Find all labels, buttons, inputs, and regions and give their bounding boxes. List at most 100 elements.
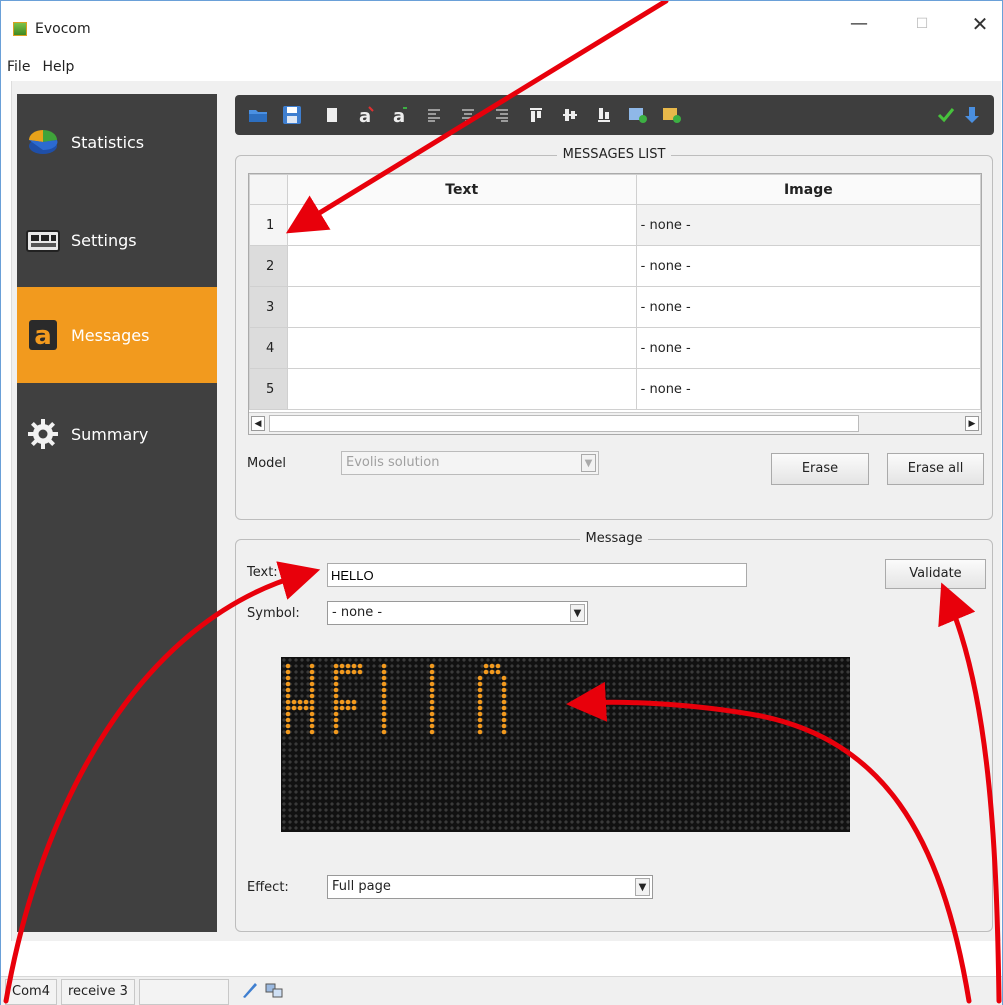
cell-image[interactable]: - none -	[635, 286, 981, 328]
cell-text[interactable]	[286, 286, 637, 328]
table-row[interactable]: 4 - none -	[249, 327, 981, 369]
letter-a-icon: a	[25, 317, 61, 353]
column-header-image[interactable]: Image	[635, 174, 981, 205]
cell-image[interactable]: - none -	[635, 327, 981, 369]
led-preview-panel	[281, 657, 850, 832]
erase-all-button[interactable]: Erase all	[887, 453, 984, 485]
add-image-icon[interactable]	[627, 104, 649, 126]
effect-select-value: Full page	[332, 879, 391, 894]
led-preview-text	[285, 663, 507, 735]
close-button[interactable]: ✕	[957, 9, 1003, 39]
sidebar-item-label: Messages	[71, 325, 150, 345]
effect-select[interactable]: Full page ▼	[327, 875, 653, 899]
cell-image[interactable]: - none -	[635, 245, 981, 287]
scrollbar-thumb[interactable]	[269, 415, 859, 432]
device-icon	[25, 222, 61, 258]
cell-image-value: - none -	[640, 258, 691, 274]
sidebar-item-summary[interactable]: Summary	[17, 386, 217, 482]
minimize-button[interactable]: —	[836, 9, 882, 39]
cell-text[interactable]	[286, 327, 637, 369]
sidebar-item-settings[interactable]: Settings	[17, 192, 217, 288]
led-glyph	[477, 663, 507, 735]
window-title: Evocom	[35, 21, 91, 37]
group-title-message: Message	[579, 531, 649, 546]
font-bold-icon[interactable]: a	[355, 104, 377, 126]
horizontal-scrollbar[interactable]: ◀ ▶	[249, 412, 981, 434]
chevron-down-icon[interactable]: ▼	[570, 604, 585, 622]
cell-image-value: - none -	[640, 299, 691, 315]
erase-button[interactable]: Erase	[771, 453, 869, 485]
chevron-down-icon[interactable]: ▼	[635, 878, 650, 896]
cell-text[interactable]	[286, 368, 637, 410]
save-icon[interactable]	[281, 104, 303, 126]
align-bottom-icon[interactable]	[593, 104, 615, 126]
text-label: Text:	[247, 565, 278, 580]
block-icon[interactable]	[321, 104, 343, 126]
font-small-icon[interactable]: a	[389, 104, 411, 126]
table-row[interactable]: 3 - none -	[249, 286, 981, 328]
gear-icon	[25, 416, 61, 452]
effect-label: Effect:	[247, 880, 289, 895]
cell-image-value: - none -	[640, 381, 691, 397]
row-number: 1	[249, 204, 288, 246]
status-bar: Com4 receive 3	[1, 976, 1002, 1005]
row-number: 5	[249, 368, 288, 410]
network-icon	[265, 981, 283, 1003]
table-row[interactable]: 1 - none -	[249, 204, 981, 246]
sidebar-item-label: Summary	[71, 424, 149, 444]
led-glyph	[381, 663, 387, 735]
message-text-input[interactable]	[327, 563, 747, 587]
cell-image[interactable]: - none -	[635, 368, 981, 410]
status-empty	[138, 978, 229, 1005]
table-row[interactable]: 2 - none -	[249, 245, 981, 287]
sidebar-item-messages[interactable]: a Messages	[17, 287, 217, 383]
menu-help[interactable]: Help	[36, 56, 80, 78]
row-number: 2	[249, 245, 288, 287]
symbol-select[interactable]: - none - ▼	[327, 601, 588, 625]
validate-button[interactable]: Validate	[885, 559, 986, 589]
group-title-messages-list: MESSAGES LIST	[556, 147, 672, 162]
align-middle-icon[interactable]	[559, 104, 581, 126]
send-icon[interactable]	[961, 104, 983, 126]
svg-text:a: a	[359, 106, 371, 125]
model-select-value: Evolis solution	[346, 455, 440, 470]
scroll-right-icon[interactable]: ▶	[965, 416, 979, 431]
svg-text:a: a	[34, 321, 52, 351]
model-label: Model	[247, 456, 287, 471]
sidebar-item-label: Statistics	[71, 132, 145, 152]
toolbar: a a	[235, 95, 994, 135]
symbol-select-value: - none -	[332, 605, 383, 620]
add-symbol-icon[interactable]	[661, 104, 683, 126]
app-icon	[13, 22, 27, 36]
messages-table: Text Image 1 - none - 2 - none - 3 - non…	[248, 173, 982, 435]
align-left-icon[interactable]	[423, 104, 445, 126]
align-right-icon[interactable]	[491, 104, 513, 126]
align-top-icon[interactable]	[525, 104, 547, 126]
align-center-icon[interactable]	[457, 104, 479, 126]
cell-text[interactable]	[286, 204, 637, 246]
sidebar-item-statistics[interactable]: Statistics	[17, 94, 217, 190]
checkmark-icon[interactable]	[935, 104, 957, 126]
messages-grid: Text Image 1 - none - 2 - none - 3 - non…	[249, 174, 981, 410]
cell-text[interactable]	[286, 245, 637, 287]
status-receive: receive 3	[60, 978, 135, 1005]
status-port: Com4	[5, 978, 57, 1005]
table-row[interactable]: 5 - none -	[249, 368, 981, 410]
led-glyph	[285, 663, 315, 735]
led-glyph	[429, 663, 435, 735]
scroll-left-icon[interactable]: ◀	[251, 416, 265, 431]
maximize-button[interactable]: ☐	[899, 9, 945, 39]
cell-image-value: - none -	[640, 217, 691, 233]
menu-file[interactable]: File	[1, 56, 36, 78]
folder-open-icon[interactable]	[247, 104, 269, 126]
pie-chart-icon	[25, 124, 61, 160]
row-number: 4	[249, 327, 288, 369]
connection-icon	[241, 981, 259, 1003]
column-header-text[interactable]: Text	[286, 174, 637, 205]
chevron-down-icon: ▼	[581, 454, 596, 472]
sidebar-item-label: Settings	[71, 230, 137, 250]
model-select: Evolis solution ▼	[341, 451, 599, 475]
symbol-label: Symbol:	[247, 606, 300, 621]
cell-image[interactable]: - none -	[635, 204, 981, 246]
menu-bar: File Help	[1, 56, 1002, 78]
